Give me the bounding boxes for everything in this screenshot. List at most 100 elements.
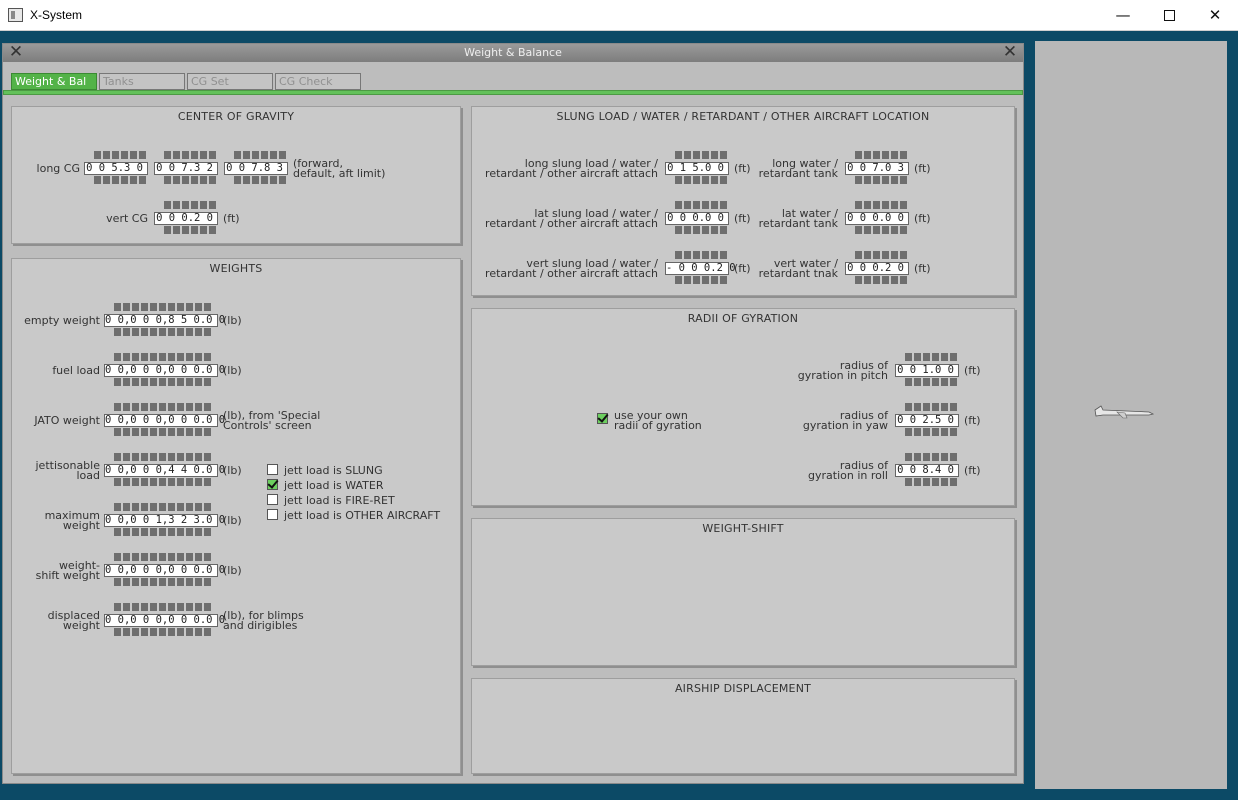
pitch-down-spinners[interactable] [905, 378, 957, 386]
shift-weight-label-2: shift weight [35, 569, 100, 582]
jato-weight-up-spinners[interactable] [114, 403, 212, 411]
center-of-gravity-panel: CENTER OF GRAVITY long CG 0 0 5.3 0 0 0 … [11, 106, 461, 244]
long-cg-forward-field[interactable]: 0 0 5.3 0 [84, 162, 148, 175]
displaced-weight-down-spinners[interactable] [114, 628, 212, 636]
title-bar: X-System — ✕ [0, 0, 1238, 31]
lat-attach-label-2: retardant / other aircraft attach [485, 217, 658, 230]
vert-attach-up-spinners[interactable] [675, 251, 727, 259]
long-tank-field[interactable]: 0 0 7.0 3 [845, 162, 909, 175]
vert-attach-down-spinners[interactable] [675, 276, 727, 284]
empty-weight-down-spinners[interactable] [114, 328, 212, 336]
slung-load-panel: SLUNG LOAD / WATER / RETARDANT / OTHER A… [471, 106, 1015, 296]
long-tank-up-spinners[interactable] [855, 151, 907, 159]
jettisonable-down-spinners[interactable] [114, 478, 212, 486]
long-cg-aft-down-spinners[interactable] [234, 176, 286, 184]
jett-slung-label: jett load is SLUNG [284, 464, 383, 477]
long-attach-unit: (ft) [734, 162, 751, 175]
vert-cg-up-spinners[interactable] [164, 201, 216, 209]
jett-water-checkbox[interactable] [267, 479, 278, 490]
roll-label-2: gyration in roll [808, 469, 888, 482]
empty-weight-up-spinners[interactable] [114, 303, 212, 311]
long-attach-up-spinners[interactable] [675, 151, 727, 159]
roll-up-spinners[interactable] [905, 453, 957, 461]
lat-attach-field[interactable]: 0 0 0.0 0 [665, 212, 729, 225]
lat-tank-field[interactable]: 0 0 0.0 0 [845, 212, 909, 225]
maximize-icon [1163, 10, 1175, 21]
empty-weight-field[interactable]: 0 0,0 0 0,8 5 0.0 0 [104, 314, 225, 327]
lat-tank-unit: (ft) [914, 212, 931, 225]
long-cg-label: long CG [36, 162, 80, 175]
yaw-up-spinners[interactable] [905, 403, 957, 411]
long-tank-down-spinners[interactable] [855, 176, 907, 184]
shift-weight-field[interactable]: 0 0,0 0 0,0 0 0.0 0 [104, 564, 225, 577]
long-cg-default-down-spinners[interactable] [164, 176, 216, 184]
lat-tank-up-spinners[interactable] [855, 201, 907, 209]
radii-of-gyration-panel: RADII OF GYRATION use your own radii of … [471, 308, 1015, 506]
fuel-load-up-spinners[interactable] [114, 353, 212, 361]
lat-tank-down-spinners[interactable] [855, 226, 907, 234]
tab-cg-check[interactable]: CG Check [275, 73, 361, 90]
tab-weight-bal[interactable]: Weight & Bal [11, 73, 97, 90]
yaw-field[interactable]: 0 0 2.5 0 [895, 414, 959, 427]
roll-down-spinners[interactable] [905, 478, 957, 486]
vert-tank-down-spinners[interactable] [855, 276, 907, 284]
jett-fire-ret-label: jett load is FIRE-RET [284, 494, 395, 507]
long-cg-default-up-spinners[interactable] [164, 151, 216, 159]
lat-attach-up-spinners[interactable] [675, 201, 727, 209]
vert-tank-field[interactable]: 0 0 0.2 0 [845, 262, 909, 275]
jato-weight-field[interactable]: 0 0,0 0 0,0 0 0.0 0 [104, 414, 225, 427]
jett-water-label: jett load is WATER [284, 479, 384, 492]
jato-weight-label: JATO weight [34, 414, 100, 427]
displaced-weight-field[interactable]: 0 0,0 0 0,0 0 0.0 0 [104, 614, 225, 627]
long-cg-forward-down-spinners[interactable] [94, 176, 146, 184]
roll-field[interactable]: 0 0 8.4 0 [895, 464, 959, 477]
long-cg-default-field[interactable]: 0 0 7.3 2 [154, 162, 218, 175]
long-cg-aft-up-spinners[interactable] [234, 151, 286, 159]
jett-slung-checkbox[interactable] [267, 464, 278, 475]
use-own-radii-checkbox[interactable] [597, 413, 608, 424]
tab-tanks[interactable]: Tanks [99, 73, 185, 90]
vert-tank-up-spinners[interactable] [855, 251, 907, 259]
minimize-button[interactable]: — [1100, 0, 1146, 31]
jettisonable-up-spinners[interactable] [114, 453, 212, 461]
yaw-down-spinners[interactable] [905, 428, 957, 436]
jettisonable-label-2: load [76, 469, 100, 482]
window-title: X-System [30, 8, 83, 22]
maximize-button[interactable] [1146, 0, 1192, 31]
jettisonable-field[interactable]: 0 0,0 0 0,4 4 0.0 0 [104, 464, 225, 477]
jett-fire-ret-checkbox[interactable] [267, 494, 278, 505]
vert-tank-label-2: retardant tnak [758, 267, 838, 280]
fuel-load-field[interactable]: 0 0,0 0 0,0 0 0.0 0 [104, 364, 225, 377]
vert-attach-field[interactable]: - 0 0 0.2 0 [665, 262, 736, 275]
lat-attach-unit: (ft) [734, 212, 751, 225]
shift-weight-up-spinners[interactable] [114, 553, 212, 561]
lat-attach-down-spinners[interactable] [675, 226, 727, 234]
max-weight-down-spinners[interactable] [114, 528, 212, 536]
tab-cg-set[interactable]: CG Set [187, 73, 273, 90]
close-window-button[interactable]: ✕ [1192, 0, 1238, 31]
vert-cg-field[interactable]: 0 0 0.2 0 [154, 212, 218, 225]
displaced-weight-up-spinners[interactable] [114, 603, 212, 611]
max-weight-up-spinners[interactable] [114, 503, 212, 511]
dialog-close-left-icon[interactable]: ✕ [7, 44, 25, 62]
max-weight-field[interactable]: 0 0,0 0 1,3 2 3.0 0 [104, 514, 225, 527]
jett-other-aircraft-checkbox[interactable] [267, 509, 278, 520]
pitch-up-spinners[interactable] [905, 353, 957, 361]
fuel-load-down-spinners[interactable] [114, 378, 212, 386]
panel-title: CENTER OF GRAVITY [177, 110, 295, 123]
vert-cg-label: vert CG [106, 212, 148, 225]
vert-cg-unit: (ft) [223, 212, 240, 225]
pitch-field[interactable]: 0 0 1.0 0 [895, 364, 959, 377]
weight-shift-panel: WEIGHT-SHIFT [471, 518, 1015, 666]
vert-cg-down-spinners[interactable] [164, 226, 216, 234]
long-attach-down-spinners[interactable] [675, 176, 727, 184]
long-cg-aft-field[interactable]: 0 0 7.8 3 [224, 162, 288, 175]
jato-weight-down-spinners[interactable] [114, 428, 212, 436]
shift-weight-down-spinners[interactable] [114, 578, 212, 586]
yaw-label-2: gyration in yaw [802, 419, 888, 432]
long-attach-label-2: retardant / other aircraft attach [485, 167, 658, 180]
long-cg-forward-up-spinners[interactable] [94, 151, 146, 159]
long-attach-field[interactable]: 0 1 5.0 0 [665, 162, 729, 175]
dialog-close-right-icon[interactable]: ✕ [1001, 44, 1019, 62]
airship-displacement-panel: AIRSHIP DISPLACEMENT [471, 678, 1015, 774]
